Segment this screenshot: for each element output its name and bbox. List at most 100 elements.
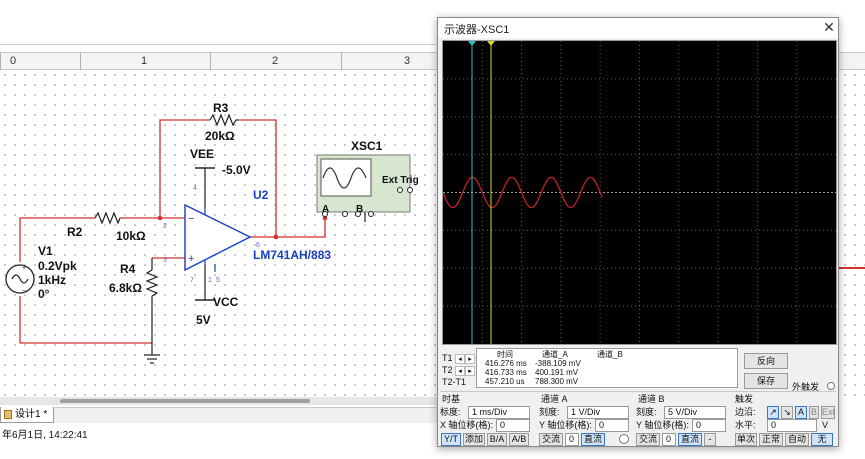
ground-icon	[144, 354, 160, 364]
trigger-rising-edge-icon[interactable]: ↗	[767, 406, 779, 419]
channel-a-scale-input[interactable]: 1 V/Div	[567, 406, 629, 419]
mode-ba-button[interactable]: B/A	[487, 433, 507, 446]
tab-design1-label: 设计1 *	[15, 409, 48, 420]
r4-value-label: 6.8kΩ	[109, 281, 142, 295]
close-icon[interactable]: ✕	[822, 19, 836, 35]
cursor-t1-right-button[interactable]: ▸	[465, 354, 475, 364]
svg-text:−: −	[188, 213, 194, 225]
pin-1-label: 1	[208, 277, 212, 284]
readout-t1-time: 416.276 ms	[485, 359, 527, 368]
channel-b-title: 通道 B	[638, 394, 665, 404]
svg-text:−: −	[22, 288, 26, 295]
save-button[interactable]: 保存	[744, 373, 788, 389]
pin-7-label: 7	[190, 277, 194, 284]
channel-b-minus-button[interactable]: -	[704, 433, 716, 446]
channel-b-ypos-label: Y 轴位移(格):	[636, 420, 689, 430]
u2-part-label: LM741AH/883	[253, 248, 331, 262]
vcc-name-label: VCC	[213, 295, 239, 309]
cursor-t2-left-button[interactable]: ◂	[455, 366, 465, 376]
junction-dot	[273, 234, 279, 240]
v1-phase-label: 0°	[38, 287, 50, 301]
pin-3-label: 3	[163, 257, 167, 264]
xsc1-name-label: XSC1	[351, 139, 383, 153]
v1-amplitude-label: 0.2Vpk	[38, 259, 77, 273]
pin-5-label: 5	[216, 277, 220, 284]
timebase-title: 时基	[442, 394, 461, 404]
trigger-single-button[interactable]: 单次	[735, 433, 757, 446]
readout-t2-label: T2	[442, 365, 453, 375]
cursor-t1-left-button[interactable]: ◂	[455, 354, 465, 364]
trigger-none-button[interactable]: 无	[811, 433, 833, 446]
svg-text:+: +	[188, 253, 194, 265]
readout-dt-time: 457.210 us	[485, 377, 525, 386]
resistor-r3-symbol	[209, 113, 238, 127]
wire-v1-ground	[19, 296, 152, 344]
mode-add-button[interactable]: 添加	[463, 433, 485, 446]
wire-output-scope	[250, 218, 326, 238]
trigger-normal-button[interactable]: 正常	[759, 433, 783, 446]
trigger-auto-button[interactable]: 自动	[785, 433, 809, 446]
trigger-level-label: 水平:	[735, 420, 756, 430]
resistor-r2-symbol	[94, 211, 121, 225]
status-timestamp: 年6月1日, 14:22:41	[2, 430, 88, 441]
channel-b-scale-label: 刻度:	[636, 407, 657, 417]
timebase-scale-input[interactable]: 1 ms/Div	[468, 406, 530, 419]
opamp-u2-symbol	[184, 203, 252, 272]
wire-feedback-right	[238, 119, 277, 237]
wire-offscreen	[839, 267, 865, 269]
horizontal-scrollbar-thumb[interactable]	[60, 399, 310, 403]
ext-trigger-terminal[interactable]	[827, 382, 835, 390]
cursor-readout-table: 时间 通道_A 通道_B 416.276 ms -388.109 mV 416.…	[476, 348, 738, 388]
timebase-scale-label: 标度:	[440, 407, 461, 417]
schematic-file-icon	[4, 410, 12, 419]
trigger-level-unit: V	[822, 420, 829, 430]
vee-name-label: VEE	[190, 147, 214, 161]
trigger-falling-edge-icon[interactable]: ↘	[781, 406, 793, 419]
readout-header-channel-a: 通道_A	[542, 350, 568, 359]
channel-a-ypos-input[interactable]: 0	[595, 419, 629, 432]
wire-v1-r2	[19, 217, 95, 262]
channel-a-ac-button[interactable]: 交流	[539, 433, 563, 446]
resistor-r4-symbol	[145, 269, 159, 297]
channel-b-ypos-input[interactable]: 0	[692, 419, 726, 432]
channel-b-ac-button[interactable]: 交流	[636, 433, 660, 446]
u2-name-label: U2	[253, 188, 269, 202]
svg-text:+: +	[22, 265, 26, 272]
channel-a-terminal[interactable]	[619, 434, 629, 444]
r4-name-label: R4	[120, 262, 136, 276]
channel-a-ypos-label: Y 轴位移(格):	[539, 420, 592, 430]
pin-4-label: 4	[193, 185, 197, 192]
channel-a-zero-field[interactable]: 0	[565, 433, 579, 446]
trigger-source-ext-button[interactable]: Ext	[821, 406, 835, 419]
wire-feedback-left	[159, 119, 210, 218]
trigger-edge-label: 边沿:	[735, 407, 756, 417]
trigger-source-a-button[interactable]: A	[795, 406, 807, 419]
r3-name-label: R3	[213, 101, 229, 115]
oscilloscope-title: 示波器-XSC1	[444, 24, 510, 36]
channel-b-dc-button[interactable]: 直流	[678, 433, 702, 446]
oscilloscope-titlebar[interactable]: 示波器-XSC1 ✕	[438, 18, 838, 38]
v1-name-label: V1	[38, 244, 53, 258]
channel-b-zero-field[interactable]: 0	[662, 433, 676, 446]
trigger-title: 触发	[735, 394, 754, 404]
tab-design1[interactable]: 设计1 *	[0, 407, 55, 423]
r2-value-label: 10kΩ	[116, 229, 146, 243]
trigger-source-b-button[interactable]: B	[809, 406, 819, 419]
oscilloscope-window[interactable]: 示波器-XSC1 ✕ 反向 保存 外触发 时间 通道_A 通道_B 416.27…	[437, 17, 839, 447]
cursor-t2-right-button[interactable]: ▸	[465, 366, 475, 376]
trigger-level-input[interactable]: 0	[767, 419, 817, 432]
app-root: 0 1 2 3 + − − + 4 2 3 6 7 1 5 R3 20kΩ R2…	[0, 0, 865, 459]
channel-a-dc-button[interactable]: 直流	[581, 433, 605, 446]
mode-ab-button[interactable]: A/B	[509, 433, 529, 446]
r2-name-label: R2	[67, 225, 83, 239]
timebase-xpos-input[interactable]: 0	[496, 419, 530, 432]
xsc1-ext-trig-label: Ext Trig	[382, 175, 419, 186]
readout-t1-channel-a: -388.109 mV	[535, 359, 581, 368]
wires	[19, 119, 326, 344]
timebase-xpos-label: X 轴位移(格):	[440, 420, 493, 430]
mode-yt-button[interactable]: Y/T	[441, 433, 461, 446]
channel-a-title: 通道 A	[541, 394, 568, 404]
channel-b-scale-input[interactable]: 5 V/Div	[664, 406, 726, 419]
oscilloscope-display[interactable]	[443, 41, 836, 344]
reverse-button[interactable]: 反向	[744, 353, 788, 369]
